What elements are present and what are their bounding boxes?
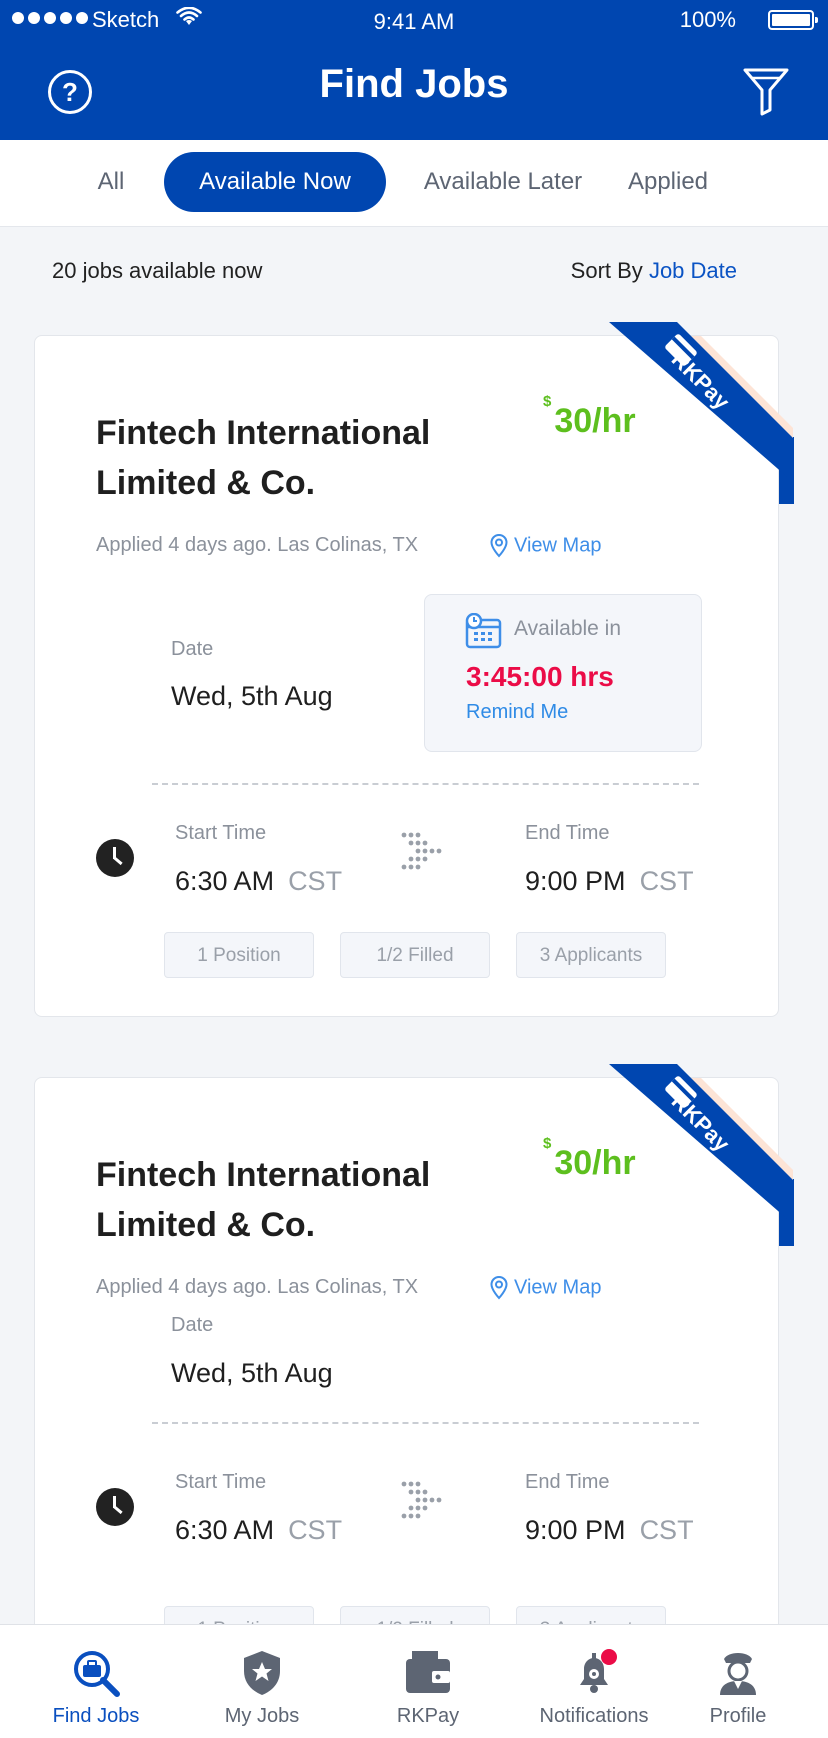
job-meta: Applied 4 days ago. Las Colinas, TX xyxy=(96,534,419,556)
available-label: Available in xyxy=(514,617,622,640)
tab-applied[interactable]: Applied xyxy=(616,152,720,212)
nav-label: Notifications xyxy=(539,1705,649,1727)
filled-chip: 1/2 Filled xyxy=(340,932,490,978)
page-title: Find Jobs xyxy=(319,62,509,106)
nav-label: Profile xyxy=(709,1705,767,1727)
date-label: Date xyxy=(171,1314,214,1336)
start-time-label: Start Time xyxy=(175,1471,267,1493)
view-map-link[interactable]: View Map xyxy=(490,1276,601,1300)
pilot-avatar-icon xyxy=(720,1653,756,1695)
divider xyxy=(152,783,699,785)
tab-available-later[interactable]: Available Later xyxy=(414,152,592,212)
job-meta: Applied 4 days ago. Las Colinas, TX xyxy=(96,1276,419,1298)
date-value: Wed, 5th Aug xyxy=(171,681,333,711)
view-map-link[interactable]: View Map xyxy=(490,534,601,558)
map-pin-icon xyxy=(490,1276,508,1300)
nav-rkpay[interactable]: RKPay xyxy=(345,1625,511,1738)
positions-chip: 1 Position xyxy=(164,932,314,978)
countdown-timer: 3:45:00 hrs xyxy=(466,661,614,692)
nav-label: My Jobs xyxy=(224,1705,300,1727)
search-briefcase-icon xyxy=(74,1651,120,1697)
wallet-icon xyxy=(406,1651,450,1693)
arrow-right-dots-icon xyxy=(401,1481,442,1519)
sort-label: Sort By xyxy=(570,258,643,283)
start-time-value: 6:30 AM CST xyxy=(175,1515,343,1545)
battery-icon xyxy=(768,10,818,30)
end-time-value: 9:00 PM CST xyxy=(525,866,694,896)
nav-my-jobs[interactable]: My Jobs xyxy=(179,1625,345,1738)
nav-label: RKPay xyxy=(396,1705,460,1727)
filter-icon[interactable] xyxy=(742,66,790,116)
end-time-value: 9:00 PM CST xyxy=(525,1515,694,1545)
filter-tabs: All Available Now Available Later Applie… xyxy=(0,140,828,227)
calendar-clock-icon xyxy=(465,613,502,649)
nav-find-jobs[interactable]: Find Jobs xyxy=(13,1625,179,1738)
nav-notifications[interactable]: Notifications xyxy=(511,1625,677,1738)
arrow-right-dots-icon xyxy=(401,832,442,870)
end-time-label: End Time xyxy=(525,822,610,844)
map-pin-icon xyxy=(490,534,508,558)
divider xyxy=(152,1422,699,1424)
clock-icon xyxy=(96,839,134,877)
applicants-chip: 3 Applicants xyxy=(516,932,666,978)
company-name: Fintech International Limited & Co. xyxy=(96,414,431,502)
date-value: Wed, 5th Aug xyxy=(171,1358,333,1388)
nav-label: Find Jobs xyxy=(52,1705,140,1727)
sort-value[interactable]: Job Date xyxy=(649,258,737,283)
date-label: Date xyxy=(171,638,214,660)
tab-all[interactable]: All xyxy=(72,152,150,212)
start-time-value: 6:30 AM CST xyxy=(175,866,343,896)
rkpay-ribbon: RKPay xyxy=(609,322,794,504)
bottom-nav: Find Jobs My Jobs RKPay Notifications Pr… xyxy=(0,1624,828,1738)
start-time-label: Start Time xyxy=(175,822,267,844)
shield-star-icon xyxy=(244,1651,280,1695)
status-bar: Sketch 9:41 AM 100% xyxy=(0,0,828,40)
sort-control[interactable]: Sort By Job Date xyxy=(571,258,737,284)
availability-box: Available in 3:45:00 hrs Remind Me xyxy=(424,594,702,752)
end-time-label: End Time xyxy=(525,1471,610,1493)
jobs-count: 20 jobs available now xyxy=(52,258,263,283)
rkpay-ribbon: RKPay xyxy=(609,1064,794,1246)
company-name: Fintech International Limited & Co. xyxy=(96,1156,431,1244)
nav-profile[interactable]: Profile xyxy=(655,1625,821,1738)
battery-percent: 100% xyxy=(679,7,736,32)
clock-icon xyxy=(96,1488,134,1526)
bell-gear-icon xyxy=(580,1649,617,1693)
remind-me-link[interactable]: Remind Me xyxy=(466,701,568,724)
tab-available-now[interactable]: Available Now xyxy=(164,152,386,212)
app-header: Sketch 9:41 AM 100% ? Find Jobs xyxy=(0,0,828,140)
